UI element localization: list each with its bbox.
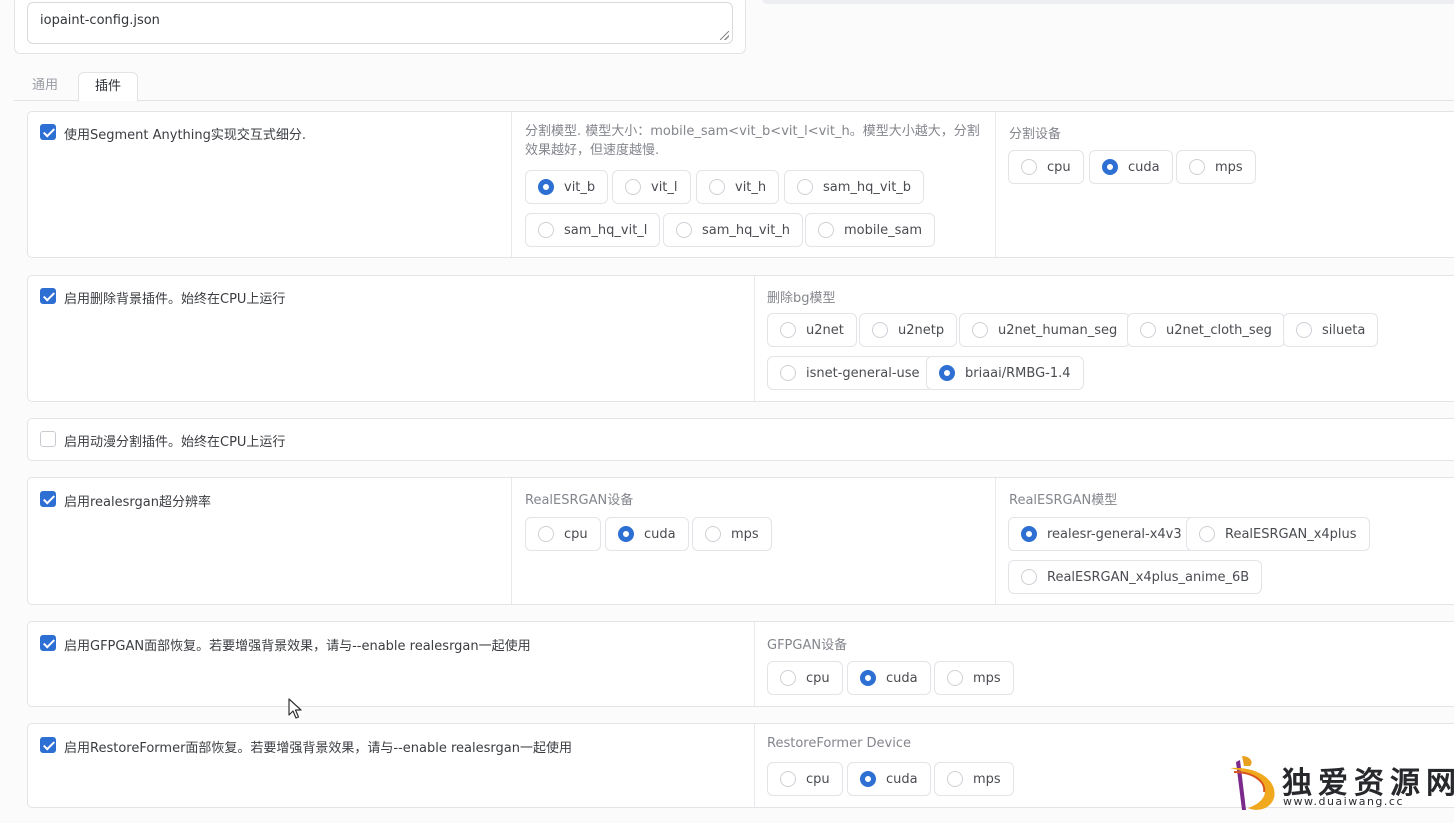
radio-icon xyxy=(780,365,796,381)
radio-icon xyxy=(1021,569,1037,585)
removebg-model-option[interactable]: silueta xyxy=(1283,313,1379,347)
radio-icon xyxy=(625,179,641,195)
sam-model-option[interactable]: sam_hq_vit_l xyxy=(525,213,661,247)
sam-device-option[interactable]: cpu xyxy=(1008,150,1084,184)
realesrgan-device-option[interactable]: cpu xyxy=(525,517,601,551)
radio-icon xyxy=(1199,526,1215,542)
gfpgan-plugin-card xyxy=(27,621,1454,707)
radio-icon xyxy=(538,222,554,238)
gfpgan-device-option[interactable]: mps xyxy=(934,661,1014,695)
radio-selected-icon xyxy=(1102,159,1118,175)
sam-model-option[interactable]: vit_h xyxy=(696,170,780,204)
realesrgan-device-option[interactable]: cuda xyxy=(605,517,689,551)
radio-icon xyxy=(797,179,813,195)
removebg-enable-label: 启用删除背景插件。始终在CPU上运行 xyxy=(64,292,286,307)
restoreformer-enable-checkbox[interactable] xyxy=(40,737,56,753)
removebg-model-label: 删除bg模型 xyxy=(767,291,836,306)
top-right-panel-edge xyxy=(762,0,1454,4)
sam-model-option[interactable]: vit_b xyxy=(525,170,609,204)
realesrgan-divider-2 xyxy=(995,478,996,604)
radio-icon xyxy=(1296,322,1312,338)
restoreformer-device-option[interactable]: cuda xyxy=(847,762,931,796)
sam-enable-checkbox[interactable] xyxy=(40,124,56,140)
anime-enable-label: 启用动漫分割插件。始终在CPU上运行 xyxy=(64,435,286,450)
sam-device-option[interactable]: cuda xyxy=(1089,150,1173,184)
radio-icon xyxy=(780,670,796,686)
sam-divider-2 xyxy=(995,112,996,257)
radio-icon xyxy=(705,526,721,542)
watermark-logo-icon xyxy=(1230,756,1275,810)
radio-icon xyxy=(780,771,796,787)
radio-selected-icon xyxy=(860,771,876,787)
config-file-textarea[interactable]: iopaint-config.json xyxy=(27,2,733,44)
radio-selected-icon xyxy=(860,670,876,686)
radio-selected-icon xyxy=(618,526,634,542)
removebg-model-option[interactable]: isnet-general-use xyxy=(767,356,933,390)
restoreformer-enable-label: 启用RestoreFormer面部恢复。若要增强背景效果，请与--enable … xyxy=(64,741,572,756)
radio-selected-icon xyxy=(1021,526,1037,542)
sam-device-option[interactable]: mps xyxy=(1176,150,1256,184)
removebg-divider xyxy=(754,276,755,401)
realesrgan-enable-checkbox[interactable] xyxy=(40,491,56,507)
restoreformer-device-option[interactable]: mps xyxy=(934,762,1014,796)
tab-general[interactable]: 通用 xyxy=(16,72,74,101)
radio-icon xyxy=(947,670,963,686)
removebg-model-option[interactable]: u2net_cloth_seg xyxy=(1127,313,1285,347)
tab-bar-divider xyxy=(14,100,1454,101)
realesrgan-divider-1 xyxy=(511,478,512,604)
removebg-model-option[interactable]: u2net_human_seg xyxy=(959,313,1131,347)
radio-selected-icon xyxy=(939,365,955,381)
sam-device-label: 分割设备 xyxy=(1009,127,1062,142)
removebg-enable-checkbox[interactable] xyxy=(40,288,56,304)
realesrgan-model-option[interactable]: realesr-general-x4v3 xyxy=(1008,517,1195,551)
radio-icon xyxy=(538,526,554,542)
config-file-value: iopaint-config.json xyxy=(40,13,160,28)
radio-icon xyxy=(1021,159,1037,175)
radio-icon xyxy=(972,322,988,338)
gfpgan-device-label: GFPGAN设备 xyxy=(767,638,848,653)
restoreformer-device-label: RestoreFormer Device xyxy=(767,736,912,751)
restoreformer-divider xyxy=(754,724,755,807)
radio-icon xyxy=(780,322,796,338)
gfpgan-divider xyxy=(754,622,755,706)
gfpgan-enable-label: 启用GFPGAN面部恢复。若要增强背景效果，请与--enable realesr… xyxy=(64,639,531,654)
tab-plugins[interactable]: 插件 xyxy=(78,72,139,102)
gfpgan-enable-checkbox[interactable] xyxy=(40,635,56,651)
realesrgan-device-option[interactable]: mps xyxy=(692,517,772,551)
anime-enable-checkbox[interactable] xyxy=(40,431,56,447)
gfpgan-device-option[interactable]: cuda xyxy=(847,661,931,695)
removebg-model-option[interactable]: u2net xyxy=(767,313,857,347)
restoreformer-device-option[interactable]: cpu xyxy=(767,762,843,796)
textarea-resize-handle[interactable] xyxy=(720,31,729,40)
realesrgan-device-label: RealESRGAN设备 xyxy=(525,493,634,508)
radio-icon xyxy=(872,322,888,338)
watermark-url: www.duaiwang.cc xyxy=(1283,795,1405,808)
sam-enable-label: 使用Segment Anything实现交互式细分. xyxy=(64,128,307,143)
sam-model-option[interactable]: sam_hq_vit_h xyxy=(663,213,804,247)
radio-icon xyxy=(676,222,692,238)
sam-model-label: 分割模型. 模型大小：mobile_sam<vit_b<vit_l<vit_h。… xyxy=(525,124,980,158)
radio-icon xyxy=(818,222,834,238)
radio-icon xyxy=(1140,322,1156,338)
gfpgan-device-option[interactable]: cpu xyxy=(767,661,843,695)
removebg-model-option[interactable]: briaai/RMBG-1.4 xyxy=(926,356,1084,390)
realesrgan-model-label: RealESRGAN模型 xyxy=(1009,493,1118,508)
realesrgan-model-option[interactable]: RealESRGAN_x4plus xyxy=(1186,517,1370,551)
removebg-model-option[interactable]: u2netp xyxy=(859,313,958,347)
radio-icon xyxy=(1189,159,1205,175)
realesrgan-enable-label: 启用realesrgan超分辨率 xyxy=(64,495,211,510)
radio-icon xyxy=(709,179,725,195)
sam-divider-1 xyxy=(511,112,512,257)
radio-icon xyxy=(947,771,963,787)
realesrgan-model-option[interactable]: RealESRGAN_x4plus_anime_6B xyxy=(1008,560,1263,594)
radio-selected-icon xyxy=(538,179,554,195)
sam-model-option[interactable]: mobile_sam xyxy=(805,213,935,247)
mouse-pointer-icon xyxy=(288,698,302,719)
sam-model-option[interactable]: sam_hq_vit_b xyxy=(784,170,925,204)
sam-model-option[interactable]: vit_l xyxy=(612,170,691,204)
